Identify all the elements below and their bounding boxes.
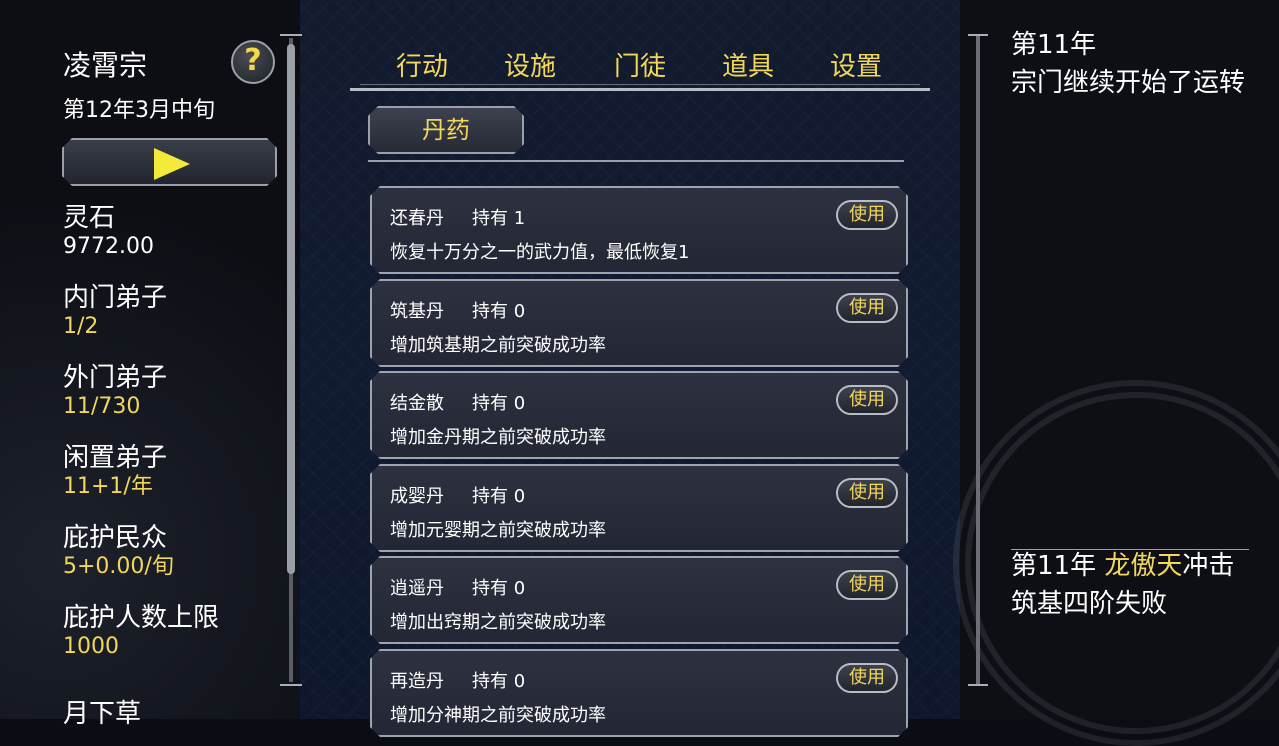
- stat-value-extra: +1/年: [91, 474, 153, 499]
- list-item: 再造丹 持有 0 增加分神期之前突破成功率 使用: [370, 649, 908, 737]
- item-desc: 增加筑基期之前突破成功率: [390, 335, 606, 356]
- item-name: 结金散: [390, 393, 444, 414]
- list-item: 成婴丹 持有 0 增加元婴期之前突破成功率 使用: [370, 464, 908, 552]
- item-desc: 增加出窍期之前突破成功率: [390, 612, 606, 633]
- play-button[interactable]: [62, 138, 277, 186]
- subtab-pills[interactable]: 丹药: [368, 106, 524, 154]
- stat-protected-people: 庇护民众 5+0.00/旬: [63, 522, 174, 580]
- stat-value: 11: [63, 474, 91, 499]
- item-owned: 持有 0: [472, 578, 526, 599]
- stat-value: 1: [63, 314, 77, 339]
- item-owned: 持有 0: [472, 393, 526, 414]
- sidebar-scrollbar[interactable]: [280, 34, 302, 686]
- list-item: 结金散 持有 0 增加金丹期之前突破成功率 使用: [370, 371, 908, 459]
- stat-value-extra: +0.00/旬: [77, 554, 174, 579]
- scrollbar-cap-bottom: [280, 684, 302, 686]
- tab-settings[interactable]: 设置: [807, 46, 905, 88]
- stat-value: 9772.00: [63, 234, 154, 259]
- stat-inner-disciples: 内门弟子 1/2: [63, 282, 167, 340]
- log-entry: 第11年 龙傲天冲击筑基四阶失败: [1011, 547, 1251, 623]
- stat-protection-limit: 庇护人数上限 1000: [63, 602, 219, 660]
- tab-items[interactable]: 道具: [699, 46, 797, 88]
- game-date: 第12年3月中旬: [63, 98, 215, 123]
- item-desc: 增加金丹期之前突破成功率: [390, 427, 606, 448]
- stat-moon-grass: 月下草: [63, 698, 141, 730]
- log-entry: 第11年 宗门继续开始了运转: [1011, 30, 1246, 98]
- item-name: 再造丹: [390, 671, 444, 692]
- stat-label: 外门弟子: [63, 363, 168, 393]
- use-button[interactable]: 使用: [836, 200, 898, 230]
- item-desc: 恢复十万分之一的武力值，最低恢复1: [390, 242, 690, 263]
- item-name: 成婴丹: [390, 486, 444, 507]
- stat-label: 月下草: [63, 699, 142, 729]
- item-name: 还春丹: [390, 208, 444, 229]
- scrollbar-thumb[interactable]: [287, 44, 295, 574]
- stat-label: 闲置弟子: [63, 443, 168, 473]
- use-button[interactable]: 使用: [836, 293, 898, 323]
- item-owned: 持有 1: [472, 208, 526, 229]
- stat-value: 1000: [63, 634, 119, 659]
- log-disciple-name[interactable]: 龙傲天: [1104, 551, 1182, 581]
- use-button[interactable]: 使用: [836, 570, 898, 600]
- stat-spirit-stone: 灵石 9772.00: [63, 202, 154, 260]
- tab-facilities[interactable]: 设施: [481, 46, 579, 88]
- scrollbar-cap-top: [280, 34, 302, 36]
- use-button[interactable]: 使用: [836, 663, 898, 693]
- log-scrollbar-cap-bottom: [968, 684, 988, 686]
- stat-label: 内门弟子: [63, 283, 168, 313]
- item-owned: 持有 0: [472, 301, 526, 322]
- tab-actions[interactable]: 行动: [373, 46, 471, 88]
- tab-disciples[interactable]: 门徒: [591, 46, 689, 88]
- stat-value-extra: /730: [91, 394, 141, 419]
- stat-idle-disciples: 闲置弟子 11+1/年: [63, 442, 167, 500]
- stat-value: 5: [63, 554, 77, 579]
- item-owned: 持有 0: [472, 486, 526, 507]
- tab-bar-underline: [350, 88, 930, 91]
- log-scrollbar-cap-top: [968, 34, 988, 36]
- stat-value-extra: /2: [77, 314, 99, 339]
- log-text: 第11年: [1011, 551, 1105, 581]
- main-tab-bar: 行动 设施 门徒 道具 设置: [350, 40, 930, 94]
- stat-label: 庇护民众: [63, 523, 168, 553]
- item-desc: 增加元婴期之前突破成功率: [390, 520, 606, 541]
- list-item: 逍遥丹 持有 0 增加出窍期之前突破成功率 使用: [370, 556, 908, 644]
- stat-outer-disciples: 外门弟子 11/730: [63, 362, 167, 420]
- subtab-divider: [368, 160, 904, 162]
- item-name: 筑基丹: [390, 301, 444, 322]
- play-icon: [154, 148, 190, 180]
- list-item: 筑基丹 持有 0 增加筑基期之前突破成功率 使用: [370, 279, 908, 367]
- list-item: 还春丹 持有 1 恢复十万分之一的武力值，最低恢复1 使用: [370, 186, 908, 274]
- use-button[interactable]: 使用: [836, 478, 898, 508]
- use-button[interactable]: 使用: [836, 385, 898, 415]
- stat-value: 11: [63, 394, 91, 419]
- log-scrollbar[interactable]: [968, 34, 988, 686]
- item-name: 逍遥丹: [390, 578, 444, 599]
- stat-label: 灵石: [63, 203, 116, 233]
- sect-name: 凌霄宗: [63, 49, 148, 82]
- help-button[interactable]: ?: [231, 40, 275, 84]
- stat-label: 庇护人数上限: [63, 603, 220, 633]
- item-desc: 增加分神期之前突破成功率: [390, 705, 606, 726]
- item-owned: 持有 0: [472, 671, 526, 692]
